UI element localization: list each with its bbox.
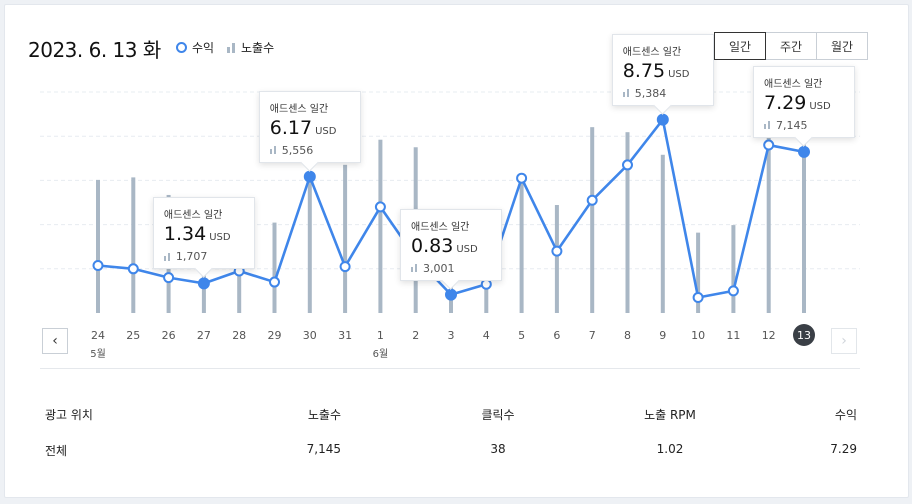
summary-header-clicks: 클릭수 <box>481 408 515 422</box>
revenue-point <box>269 276 280 288</box>
x-tick-label: 27 <box>197 329 211 342</box>
summary-row-placement: 전체 <box>45 444 68 458</box>
x-tick-label: 28 <box>232 329 246 342</box>
bar-chart-icon <box>622 89 631 98</box>
revenue-point <box>92 259 104 271</box>
revenue-chart: 24 25 26 27 28 29 30 31 1 2 3 4 5 6 7 8 9 10 11 12 135월 6월 <box>40 91 860 360</box>
impression-bar <box>343 164 348 313</box>
revenue-point <box>197 277 210 290</box>
impression-bar <box>237 272 242 313</box>
impression-bar <box>660 154 665 313</box>
tooltip-unit: USD <box>209 232 231 244</box>
month-label: 6월 <box>373 348 389 360</box>
summary-header-placement: 광고 위치 <box>45 408 93 422</box>
revenue-point <box>622 159 633 171</box>
impression-bar <box>625 132 630 313</box>
impression-bar <box>731 225 736 313</box>
revenue-point <box>763 139 775 151</box>
bar-chart-icon <box>411 264 419 273</box>
tooltip-value: 6.17 USD <box>269 116 337 139</box>
x-tick-label: 1 <box>377 329 384 342</box>
summary-header-impressions: 노출수 <box>307 408 341 422</box>
x-tick-label: 3 <box>448 329 455 342</box>
x-tick-label: 30 <box>303 329 317 342</box>
revenue-point <box>127 263 139 275</box>
data-tooltip: 애드센스 일간 7.29 USD 7,145 <box>753 65 855 147</box>
x-tick-label: 9 <box>659 329 666 342</box>
tooltip-label: 애드센스 일간 <box>269 103 329 115</box>
tooltip-label: 애드센스 일간 <box>163 210 223 222</box>
revenue-point <box>303 170 316 183</box>
prev-period-button[interactable]: ‹ <box>42 328 68 354</box>
revenue-point <box>798 145 810 158</box>
tooltip-value: 0.83 USD <box>411 234 478 257</box>
data-tooltip: 애드센스 일간 0.83 USD 3,001 <box>400 208 502 290</box>
tooltip-unit: USD <box>315 125 337 137</box>
impression-bar <box>802 133 806 313</box>
bar-chart-icon <box>269 146 278 155</box>
bar-chart-icon <box>163 252 172 261</box>
x-tick-label: 5 <box>518 329 525 342</box>
tooltip-label: 애드센스 일간 <box>764 78 823 90</box>
x-tick-label: 2 <box>412 329 419 342</box>
tooltip-unit: USD <box>668 68 690 80</box>
tooltip-label: 애드센스 일간 <box>411 221 470 233</box>
x-tick-label: 10 <box>691 329 705 342</box>
tab-daily[interactable]: 일간 <box>714 32 766 60</box>
bar-chart-icon <box>764 121 772 130</box>
tooltip-value: 7.29 USD <box>764 91 831 114</box>
x-tick-label: 12 <box>762 329 776 342</box>
tooltip-unit: USD <box>809 100 831 112</box>
revenue-point <box>551 245 563 257</box>
impression-bar <box>519 182 524 313</box>
data-tooltip: 애드센스 일간 8.75 USD 5,384 <box>611 33 714 115</box>
revenue-point <box>480 278 492 290</box>
x-tick-label: 11 <box>726 329 740 342</box>
impression-bar <box>307 173 312 313</box>
impression-bar <box>96 179 100 313</box>
tooltip-value: 8.75 USD <box>622 59 690 82</box>
tooltip-label: 애드센스 일간 <box>622 46 682 58</box>
month-label: 5월 <box>90 348 106 360</box>
x-tick-label: 13 <box>797 329 811 342</box>
divider <box>40 368 860 369</box>
next-period-button[interactable]: › <box>831 328 857 354</box>
revenue-point <box>656 113 669 126</box>
x-tick-label: 6 <box>553 329 560 342</box>
x-tick-label: 8 <box>624 329 631 342</box>
x-tick-label: 31 <box>338 329 352 342</box>
revenue-point <box>339 261 351 273</box>
revenue-point <box>727 285 739 297</box>
revenue-point <box>516 172 528 184</box>
impression-bar <box>590 127 595 313</box>
summary-row-rpm: 1.02 <box>656 442 684 456</box>
summary-header-rpm: 노출 RPM <box>644 408 696 422</box>
x-tick-label: 29 <box>268 329 282 342</box>
x-tick-label: 4 <box>483 329 490 342</box>
summary-row-revenue: 7.29 <box>830 442 857 456</box>
x-tick-label: 24 <box>91 329 105 342</box>
tooltip-value: 1.34 USD <box>163 223 231 246</box>
summary-header-revenue: 수익 <box>834 408 857 422</box>
data-tooltip: 애드센스 일간 1.34 USD 1,707 <box>152 197 255 279</box>
summary-row-impressions: 7,145 <box>306 442 341 456</box>
x-tick-label: 26 <box>162 329 176 342</box>
data-tooltip: 애드센스 일간 6.17 USD 5,556 <box>258 90 361 172</box>
revenue-point <box>163 272 175 284</box>
revenue-point <box>586 194 598 206</box>
impression-bar <box>131 177 136 313</box>
revenue-point <box>374 201 386 213</box>
impression-bar <box>272 222 277 313</box>
x-tick-label: 25 <box>126 329 140 342</box>
tooltip-unit: USD <box>456 243 478 255</box>
impression-bar <box>378 139 383 313</box>
summary-row-clicks: 38 <box>490 442 506 456</box>
x-tick-label: 7 <box>589 329 596 342</box>
revenue-point <box>692 292 704 304</box>
impression-bar <box>554 205 559 313</box>
revenue-point <box>445 288 457 301</box>
